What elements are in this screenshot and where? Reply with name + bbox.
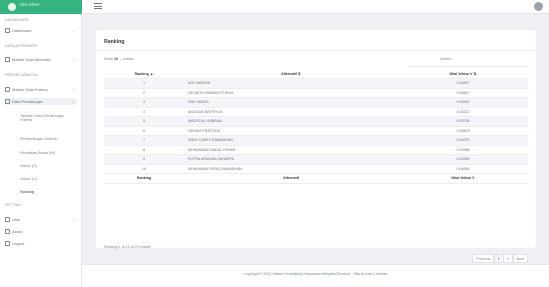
folder-icon [5, 57, 10, 62]
user-icon [5, 217, 10, 222]
card-title: Ranking [104, 39, 125, 45]
logo-icon [8, 3, 16, 11]
search-label: Search: [439, 57, 452, 61]
column-header-alternatif[interactable]: Alternatif ⇅ [184, 69, 398, 79]
length-suffix: entries [123, 57, 134, 61]
column-header-ranking[interactable]: Ranking ▲ [104, 69, 184, 79]
pagination: Previous 1 2 Next [472, 254, 528, 263]
copyright-text: Copyright © 2023 Sistem Pendukung Keputu… [243, 272, 388, 276]
brand[interactable]: SPK BPNT [0, 0, 82, 14]
table-row: 9 PUTRA ARDIANA SAHARTA 0.04950 [104, 154, 528, 165]
home-icon [5, 28, 10, 33]
length-control: Show 10 ⌄ entries [104, 57, 134, 61]
table-row: 7 RUBY CASKY RAMADHAN 0.05275 [104, 135, 528, 146]
sort-icon: ⇅ [297, 71, 301, 76]
sidebar-subitem-vektor-s[interactable]: Vektor (S) [20, 164, 37, 168]
chevron-down-icon: ⌄ [71, 99, 75, 104]
ranking-table: Ranking ▲ Alternatif ⇅ Nilai Vektor V ⇅ … [104, 69, 528, 184]
calculator-icon [5, 99, 10, 104]
sidebar-heading-alternatif: DATA ALTERNATIF [5, 44, 38, 48]
sidebar-subitem-tambah[interactable]: Tambah Data Perhitungan Kriteria [20, 114, 76, 123]
table-row: 10 MUHAMMAD IRFAL RAMADHAN 0.04836 [104, 164, 528, 174]
top-navbar: SPK BPNT [0, 0, 549, 14]
sidebar-subitem-vektor-v[interactable]: Vektor (V) [20, 177, 37, 181]
brand-name: SPK BPNT [20, 2, 40, 7]
table-row: 2 DEONITA HAMIDA FITRIAH 0.06447 [104, 88, 528, 98]
length-prefix: Show [104, 57, 113, 61]
sidebar-item-logout[interactable]: Logout [5, 240, 77, 247]
sidebar-item-label: Master Data Kriteria [12, 87, 48, 92]
chevron-down-icon: ⌄ [119, 57, 123, 61]
table-footer-row: Ranking Alternatif Nilai Vektor V [104, 173, 528, 184]
table-header-row: Ranking ▲ Alternatif ⇅ Nilai Vektor V ⇅ [104, 69, 528, 79]
table-row: 4 ANGGUN BATHIYUS 0.06212 [104, 107, 528, 117]
previous-button[interactable]: Previous [472, 254, 495, 263]
chevron-right-icon: › [73, 217, 75, 222]
footer-alternatif: Alternatif [184, 173, 398, 184]
chart-icon [5, 87, 10, 92]
chevron-right-icon: › [73, 57, 75, 62]
sidebar-item-label: User [12, 217, 21, 222]
sidebar-subitem-perbandingan[interactable]: Perbandingan Kriteria [20, 137, 57, 141]
sidebar-item-label: Logout [12, 241, 25, 246]
info-icon [5, 229, 10, 234]
sidebar-item-dashboard[interactable]: Dashboard › [5, 27, 77, 34]
ranking-card: Ranking Show 10 ⌄ entries Search: Rankin… [96, 30, 536, 263]
sidebar: DASHBOARD Dashboard › DATA ALTERNATIF Ma… [0, 14, 82, 287]
table-row: 8 MUHAMMAD ABDUL ROHIM 0.04968 [104, 145, 528, 155]
sort-asc-icon: ▲ [149, 71, 154, 76]
table-row: 3 RINI HAMZA 0.06445 [104, 97, 528, 108]
chevron-right-icon: › [73, 28, 75, 33]
footer: Copyright © 2023 Sistem Pendukung Keputu… [82, 264, 549, 287]
chevron-right-icon: › [73, 87, 75, 92]
next-button[interactable]: Next [512, 254, 528, 263]
sidebar-item-label: About [12, 229, 23, 234]
sidebar-item-label: Dashboard [12, 28, 32, 33]
sidebar-item-about[interactable]: About [5, 228, 77, 235]
sidebar-item-data-perhitungan[interactable]: Data Perhitungan ⌄ [5, 98, 77, 105]
avatar[interactable] [534, 2, 543, 11]
table-row: 1 AGI HAMZAH 0.06497 [104, 78, 528, 89]
sidebar-item-label: Data Perhitungan [12, 99, 44, 104]
divider [96, 50, 536, 51]
sidebar-item-master-kriteria[interactable]: Master Data Kriteria › [5, 86, 77, 93]
sidebar-heading-dashboard: DASHBOARD [5, 18, 29, 22]
footer-vektor-v: Nilai Vektor V [398, 173, 528, 184]
sidebar-heading-setting: SETTING [5, 203, 22, 207]
sort-icon: ⇅ [473, 71, 477, 76]
column-header-vektor-v[interactable]: Nilai Vektor V ⇅ [398, 69, 528, 79]
sidebar-item-master-alternatif[interactable]: Master Data Alternatif › [5, 56, 77, 63]
sidebar-item-user[interactable]: User › [5, 216, 77, 223]
sidebar-subitem-perbaikan-bobot[interactable]: Perbaikan Bobot (W) [20, 151, 55, 155]
sidebar-item-label: Master Data Alternatif [12, 57, 51, 62]
search-input[interactable] [408, 62, 528, 67]
table-info: Showing 1 to 10 of 20 entries [104, 245, 151, 249]
logout-icon [5, 241, 10, 246]
sidebar-heading-proses: PROSES ANALISA [5, 73, 38, 77]
main-content: Ranking Show 10 ⌄ entries Search: Rankin… [82, 14, 549, 287]
table-row: 5 WAGIS ALI SABRAN 0.05758 [104, 116, 528, 127]
sidebar-subitem-ranking[interactable]: Ranking [20, 190, 34, 194]
footer-ranking: Ranking [104, 173, 184, 184]
length-select[interactable]: 10 [114, 57, 118, 61]
table-row: 6 GENIKA PRASTIKA 0.05400 [104, 126, 528, 136]
menu-toggle-icon[interactable] [94, 3, 102, 9]
